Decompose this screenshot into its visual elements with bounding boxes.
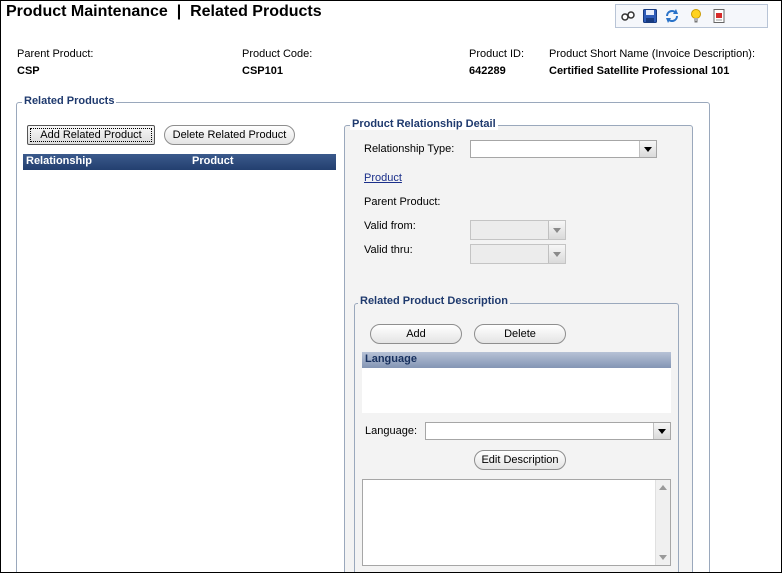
toolbar [615, 4, 768, 28]
product-id-label: Product ID: [469, 48, 525, 60]
page-title: Product Maintenance | Related Products [6, 3, 322, 20]
chevron-down-icon[interactable] [653, 423, 670, 439]
add-description-button[interactable]: Add [370, 324, 462, 344]
product-link[interactable]: Product [364, 172, 402, 184]
product-code-value: CSP101 [242, 65, 283, 77]
column-product[interactable]: Product [192, 155, 234, 167]
chevron-down-icon[interactable] [548, 245, 565, 263]
product-id-value: 642289 [469, 65, 506, 77]
language-grid-body[interactable] [362, 368, 671, 413]
report-icon[interactable] [711, 8, 727, 24]
scroll-up-icon[interactable] [659, 485, 667, 490]
textarea-scrollbar[interactable] [655, 480, 670, 565]
valid-thru-label: Valid thru: [364, 244, 413, 256]
save-icon[interactable] [642, 8, 658, 24]
language-select[interactable] [425, 422, 671, 440]
valid-from-label: Valid from: [364, 220, 416, 232]
detail-parent-product-label: Parent Product: [364, 196, 441, 208]
lightbulb-icon[interactable] [688, 8, 704, 24]
related-products-grid-body[interactable] [23, 170, 336, 570]
parent-product-value: CSP [17, 65, 40, 77]
delete-description-button[interactable]: Delete [474, 324, 566, 344]
window-frame: Product Maintenance | Related Products P… [0, 0, 782, 573]
short-name-label: Product Short Name (Invoice Description)… [549, 48, 756, 60]
column-language[interactable]: Language [365, 353, 417, 365]
refresh-icon[interactable] [664, 8, 680, 24]
valid-from-date[interactable] [470, 220, 566, 240]
delete-related-product-button[interactable]: Delete Related Product [164, 125, 295, 145]
add-related-product-button[interactable]: Add Related Product [27, 125, 155, 145]
scroll-down-icon[interactable] [659, 555, 667, 560]
edit-description-button[interactable]: Edit Description [474, 450, 566, 470]
glasses-icon[interactable] [620, 8, 636, 24]
chevron-down-icon[interactable] [639, 141, 656, 157]
valid-thru-date[interactable] [470, 244, 566, 264]
chevron-down-icon[interactable] [548, 221, 565, 239]
description-textarea[interactable] [362, 479, 671, 566]
language-label: Language: [365, 425, 417, 437]
parent-product-label: Parent Product: [17, 48, 94, 60]
related-products-title: Related Products [22, 95, 117, 107]
column-relationship[interactable]: Relationship [26, 155, 92, 167]
related-products-grid-header: Relationship Product [23, 154, 336, 170]
language-grid-header: Language [362, 352, 671, 368]
relationship-type-label: Relationship Type: [364, 143, 455, 155]
description-title: Related Product Description [358, 295, 510, 307]
short-name-value: Certified Satellite Professional 101 [549, 65, 730, 77]
product-code-label: Product Code: [242, 48, 313, 60]
relationship-detail-title: Product Relationship Detail [350, 118, 498, 130]
relationship-type-select[interactable] [470, 140, 657, 158]
